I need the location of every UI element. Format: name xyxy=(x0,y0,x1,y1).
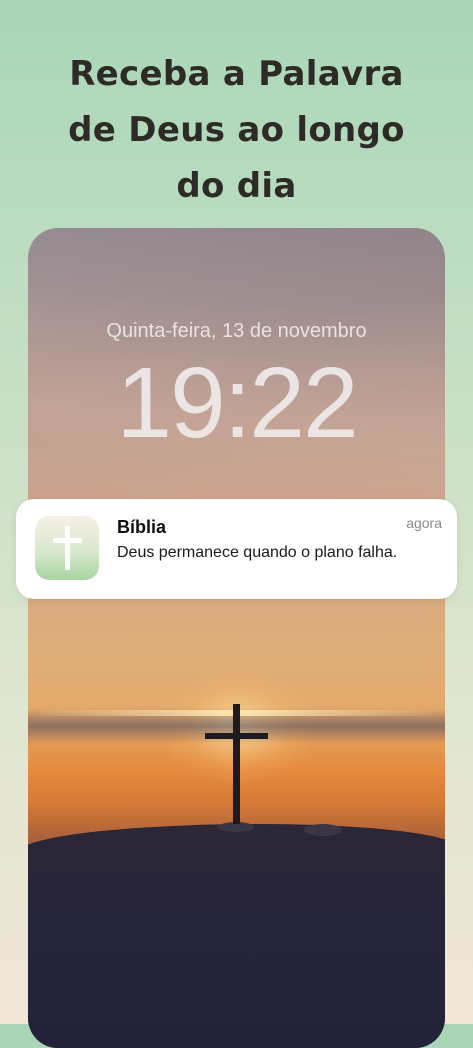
notification-message: Deus permanece quando o plano falha. xyxy=(117,544,398,561)
phone-lockscreen-mockup: Quinta-feira, 13 de novembro 19:22 xyxy=(28,228,445,1048)
headline-line-1: Receba a Palavra xyxy=(69,54,404,94)
cross-silhouette-vertical xyxy=(233,704,240,824)
notification-card[interactable]: Bíblia agora Deus permanece quando o pla… xyxy=(16,499,457,599)
lockscreen-time: 19:22 xyxy=(116,347,358,459)
headline-line-2: de Deus ao longo xyxy=(68,110,405,150)
notification-time: agora xyxy=(406,515,442,531)
headline-line-3: do dia xyxy=(176,166,297,206)
cross-icon xyxy=(65,526,70,570)
rock xyxy=(304,824,342,836)
cross-icon-bar xyxy=(53,538,82,543)
hill-silhouette xyxy=(28,824,445,1048)
cross-silhouette-horizontal xyxy=(205,733,268,739)
notification-app-name: Bíblia xyxy=(117,517,167,537)
lockscreen-date: Quinta-feira, 13 de novembro xyxy=(106,320,367,342)
headline: Receba a Palavra de Deus ao longo do dia xyxy=(0,46,473,214)
bible-app-icon xyxy=(35,516,99,580)
